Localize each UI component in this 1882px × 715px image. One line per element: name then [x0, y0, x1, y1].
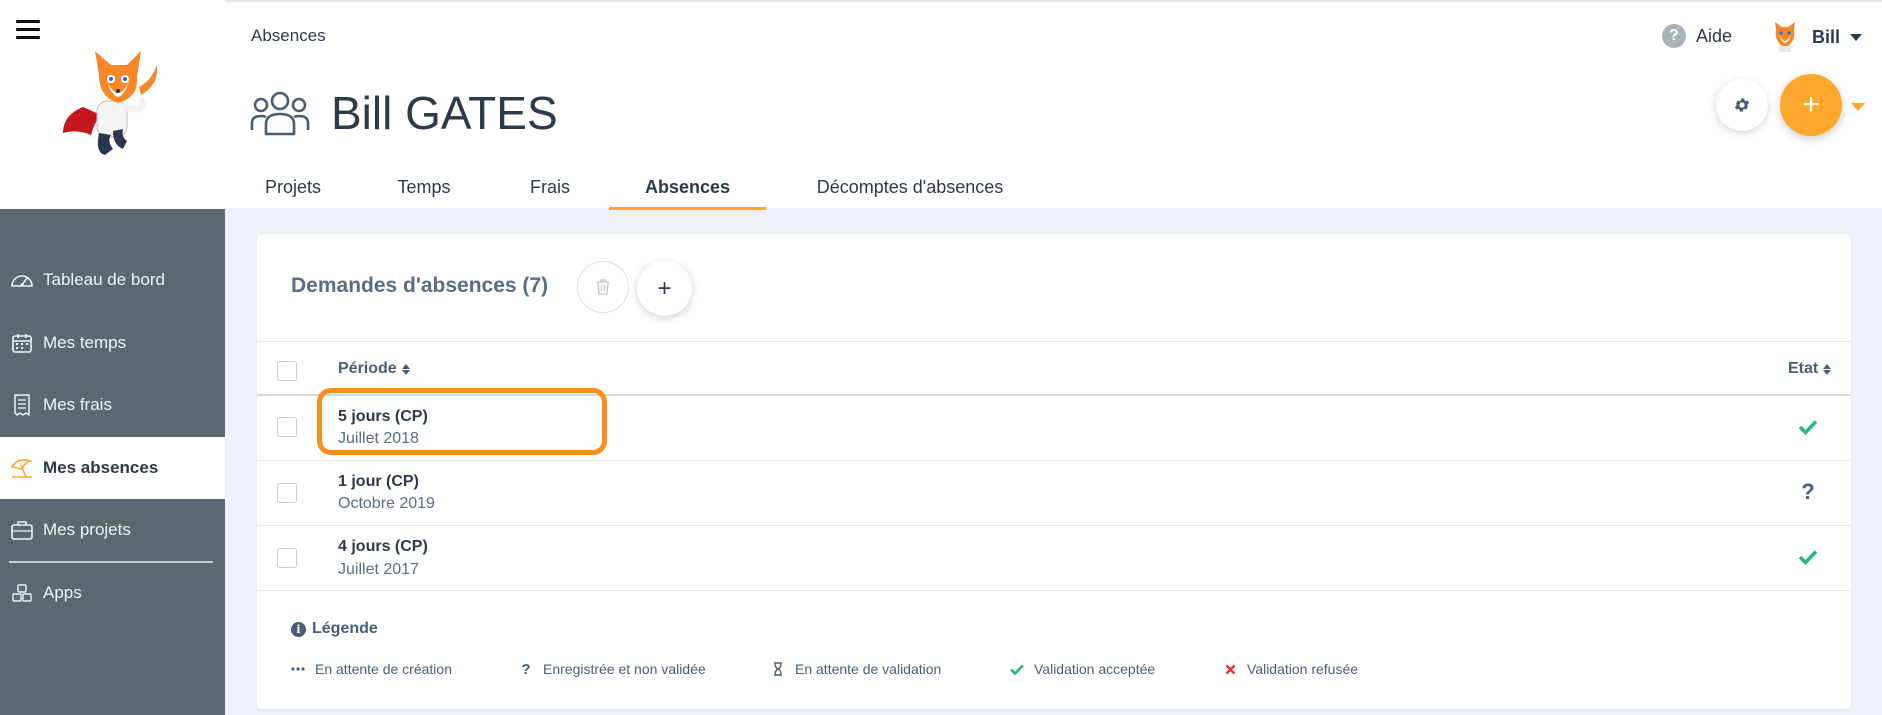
sidebar-item-label: Mes projets [43, 520, 131, 539]
sort-icon [1823, 363, 1832, 375]
sidebar-item-mes-projets[interactable]: Mes projets [0, 499, 225, 561]
sidebar-item-mes-frais[interactable]: Mes frais [0, 374, 225, 436]
check-icon [1797, 416, 1819, 438]
divider [257, 460, 1851, 461]
hourglass-icon [771, 662, 785, 676]
sidebar-item-label: Mes absences [43, 458, 159, 477]
plus-icon: + [1802, 88, 1820, 121]
row-checkbox[interactable] [277, 548, 297, 568]
legend-item: En attente de validation [771, 661, 941, 677]
sidebar-item-dashboard[interactable]: Tableau de bord [0, 249, 225, 311]
row-subtitle: Juillet 2017 [338, 561, 419, 578]
legend-item: Validation acceptée [1010, 661, 1155, 677]
receipt-icon [9, 392, 35, 418]
tab-temps[interactable]: Temps [394, 162, 454, 210]
hamburger-menu-icon[interactable] [16, 20, 40, 40]
sidebar-item-label: Mes temps [43, 333, 127, 352]
tab-label: Temps [397, 177, 451, 197]
users-group-icon [250, 91, 310, 136]
header: Absences Bill GATES ? Aide Bill + Projet… [225, 0, 1882, 210]
calendar-icon [9, 330, 35, 356]
tab-projets[interactable]: Projets [263, 162, 323, 210]
highlight-annotation [317, 388, 607, 455]
legend-label: Enregistrée et non validée [543, 661, 706, 677]
cross-icon [1223, 662, 1237, 676]
help-label: Aide [1696, 25, 1733, 46]
column-header-state[interactable]: Etat [1788, 360, 1832, 378]
breadcrumb: Absences [251, 26, 326, 45]
fox-mascot-logo [63, 51, 158, 155]
legend-title-label: Légende [312, 620, 378, 637]
row-subtitle: Octobre 2019 [338, 495, 435, 512]
page-title: Bill GATES [331, 87, 558, 139]
logo-area [0, 0, 225, 209]
legend-label: En attente de création [315, 661, 452, 677]
sidebar: Tableau de bord Mes temps Mes frais Mes … [0, 0, 225, 715]
legend-item: En attente de création [291, 661, 452, 677]
gear-icon [1734, 98, 1750, 112]
beach-umbrella-icon [9, 455, 35, 481]
tab-label: Décomptes d'absences [816, 177, 1004, 197]
info-icon: i [291, 621, 306, 637]
fox-avatar-icon [1775, 22, 1795, 52]
tab-absences[interactable]: Absences [609, 162, 766, 210]
briefcase-icon [9, 517, 35, 543]
row-title: 1 jour (CP) [338, 473, 419, 490]
check-icon [1010, 662, 1024, 676]
divider [257, 341, 1851, 342]
legend-label: En attente de validation [795, 661, 942, 677]
delete-button[interactable] [577, 261, 629, 313]
legend-title: i Légende [291, 620, 378, 638]
tab-label: Frais [530, 177, 570, 197]
card-title: Demandes d'absences (7) [291, 274, 549, 297]
column-header-period[interactable]: Période [338, 360, 410, 378]
legend-item: ? Enregistrée et non validée [519, 660, 706, 678]
tab-label: Absences [644, 177, 731, 197]
cubes-icon [9, 580, 35, 606]
divider [257, 590, 1851, 591]
absence-requests-card: Demandes d'absences (7) + Période Etat 5… [257, 234, 1851, 709]
sidebar-item-apps[interactable]: Apps [0, 562, 225, 624]
dashboard-gauge-icon [9, 267, 35, 293]
tab-frais[interactable]: Frais [525, 162, 575, 210]
sidebar-item-label: Tableau de bord [43, 270, 165, 289]
question-circle-icon: ? [1662, 24, 1686, 48]
tab-label: Projets [264, 177, 322, 197]
add-menu-chevron-down-icon[interactable] [1851, 103, 1865, 111]
add-absence-button[interactable]: + [637, 261, 692, 316]
row-checkbox[interactable] [277, 483, 297, 503]
chevron-down-icon [1850, 33, 1863, 41]
sidebar-item-mes-absences[interactable]: Mes absences [0, 437, 225, 499]
legend-label: Validation acceptée [1034, 661, 1156, 677]
column-label: Etat [1788, 360, 1819, 377]
add-main-button[interactable]: + [1780, 74, 1842, 136]
question-icon: ? [521, 660, 531, 678]
question-icon: ? [1801, 479, 1815, 504]
settings-button[interactable] [1716, 79, 1768, 131]
legend-label: Validation refusée [1247, 661, 1359, 677]
ellipsis-icon [291, 662, 305, 676]
sidebar-item-mes-temps[interactable]: Mes temps [0, 312, 225, 374]
row-checkbox[interactable] [277, 417, 297, 437]
sidebar-item-label: Apps [43, 583, 82, 602]
plus-icon: + [657, 274, 672, 302]
sort-icon [401, 363, 410, 375]
user-menu[interactable]: Bill [1770, 22, 1863, 52]
help-link[interactable]: ? Aide [1662, 24, 1732, 48]
select-all-checkbox[interactable] [277, 361, 297, 381]
row-title: 4 jours (CP) [338, 538, 428, 555]
check-icon [1797, 546, 1819, 568]
sidebar-item-label: Mes frais [43, 395, 112, 414]
user-name: Bill [1812, 26, 1841, 47]
legend-item: Validation refusée [1223, 661, 1358, 677]
column-label: Période [338, 360, 397, 377]
tab-decomptes-absences[interactable]: Décomptes d'absences [800, 162, 1020, 210]
divider [257, 525, 1851, 526]
trash-icon [597, 279, 609, 295]
